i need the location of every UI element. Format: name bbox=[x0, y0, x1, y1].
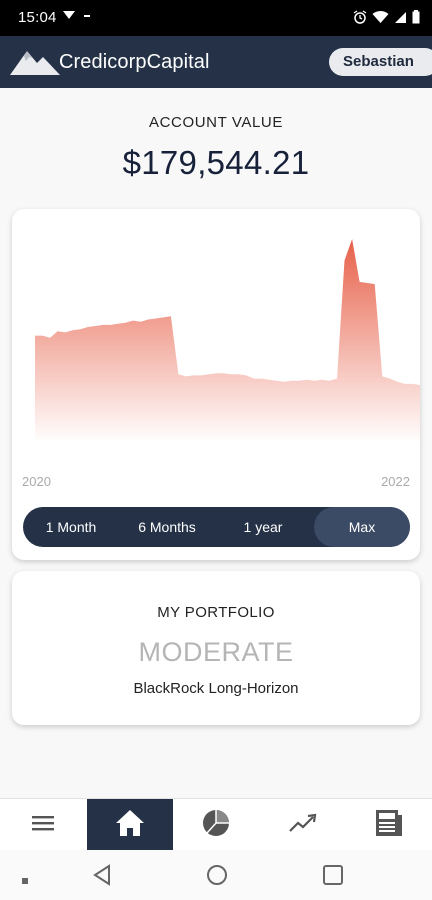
status-right-icons bbox=[353, 10, 420, 28]
nav-portfolio[interactable] bbox=[173, 799, 259, 851]
dash-icon bbox=[83, 10, 91, 24]
trend-icon bbox=[288, 812, 318, 839]
portfolio-card[interactable]: MY PORTFOLIO MODERATE BlackRock Long-Hor… bbox=[12, 571, 420, 725]
status-bar: 15:04 bbox=[0, 0, 432, 36]
signal-icon bbox=[394, 10, 407, 28]
range-selector: 1 Month 6 Months 1 year Max bbox=[23, 507, 410, 547]
portfolio-fund-name: BlackRock Long-Horizon bbox=[133, 680, 299, 697]
range-button-1-year[interactable]: 1 year bbox=[215, 507, 311, 547]
nav-home[interactable] bbox=[87, 799, 173, 851]
app-header: CredicorpCapital Sebastian bbox=[0, 36, 432, 88]
range-button-6-months[interactable]: 6 Months bbox=[119, 507, 215, 547]
account-value-label: ACCOUNT VALUE bbox=[149, 114, 283, 131]
nav-menu[interactable] bbox=[0, 799, 86, 851]
chart-area-series bbox=[35, 239, 420, 443]
chart-card: 2020 2022 1 Month 6 Months 1 year Max bbox=[12, 209, 420, 560]
range-button-max[interactable]: Max bbox=[314, 507, 410, 547]
portfolio-title: MY PORTFOLIO bbox=[157, 604, 275, 621]
x-axis-start-label: 2020 bbox=[22, 474, 51, 489]
logo-mountain-icon bbox=[10, 45, 60, 84]
portfolio-risk-level: MODERATE bbox=[138, 637, 294, 667]
brand-name: CredicorpCapital bbox=[59, 51, 210, 73]
wifi-icon bbox=[372, 10, 389, 28]
menu-icon bbox=[31, 813, 55, 838]
range-button-1-month[interactable]: 1 Month bbox=[23, 507, 119, 547]
back-icon[interactable] bbox=[92, 864, 112, 891]
pie-chart-icon bbox=[201, 808, 231, 843]
bottom-nav bbox=[0, 798, 432, 851]
x-axis-end-label: 2022 bbox=[381, 474, 410, 489]
battery-icon bbox=[412, 10, 420, 28]
home-icon bbox=[114, 808, 146, 843]
status-left-icons bbox=[62, 9, 91, 24]
status-time: 15:04 bbox=[18, 9, 57, 26]
recents-icon[interactable] bbox=[322, 864, 344, 891]
home-circle-icon[interactable] bbox=[206, 864, 228, 891]
system-nav-bar bbox=[0, 850, 432, 900]
dot-icon bbox=[22, 871, 28, 889]
cast-icon bbox=[62, 10, 79, 24]
account-value: $179,544.21 bbox=[122, 144, 310, 181]
news-icon bbox=[374, 809, 404, 842]
nav-news[interactable] bbox=[346, 799, 432, 851]
account-value-chart bbox=[35, 239, 420, 443]
alarm-icon bbox=[353, 10, 367, 28]
user-menu-button[interactable]: Sebastian bbox=[329, 48, 432, 76]
nav-performance[interactable] bbox=[260, 799, 346, 851]
